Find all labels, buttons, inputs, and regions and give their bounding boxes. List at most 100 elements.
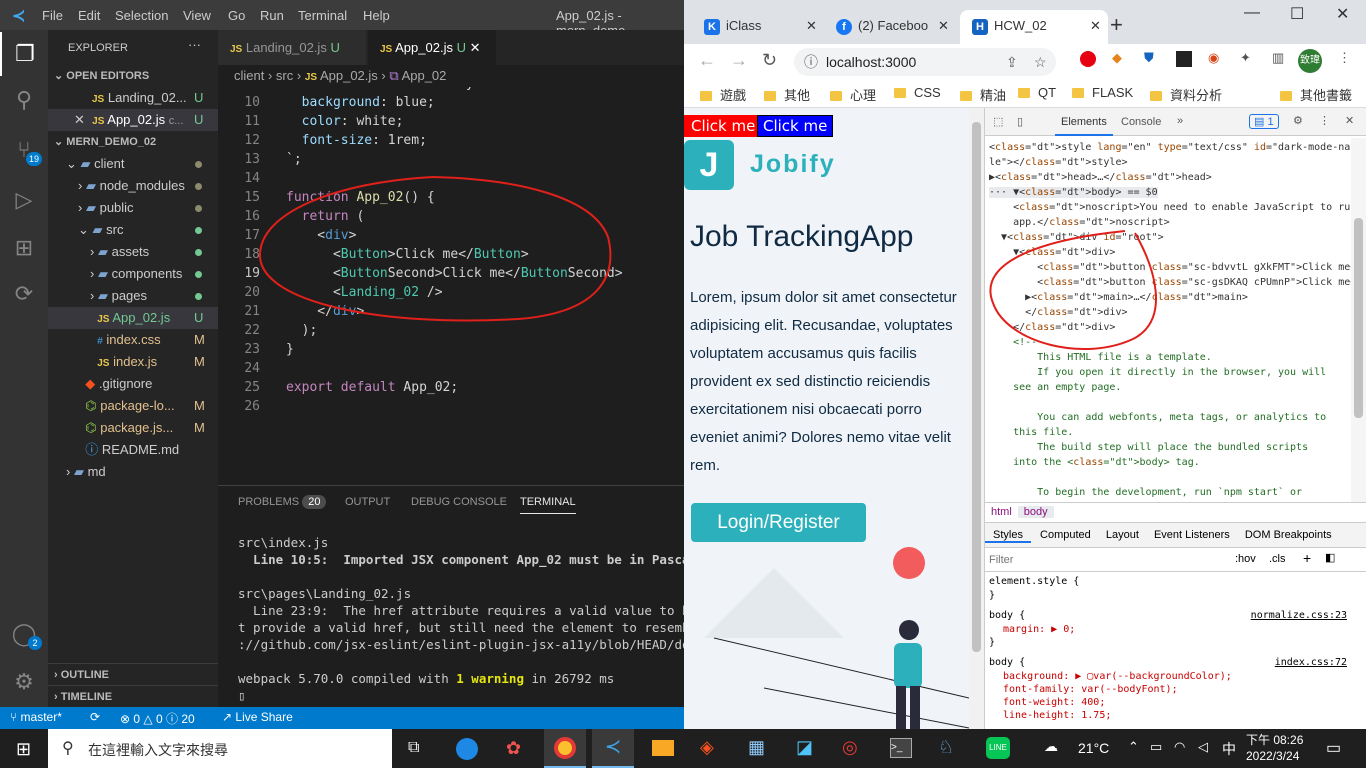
file-tree-item[interactable]: JS App_02.js U bbox=[48, 307, 218, 329]
devtools-menu-icon[interactable]: ⋮ bbox=[1319, 114, 1330, 127]
volume-icon[interactable]: ◁ bbox=[1198, 739, 1208, 755]
live-share-button[interactable]: ↗ Live Share bbox=[222, 710, 293, 724]
notification-icon[interactable]: ▭ bbox=[1326, 738, 1341, 758]
dom-node-line[interactable]: <class="dt">noscript>You need to enable … bbox=[989, 202, 1351, 213]
menu-selection[interactable]: Selection bbox=[115, 8, 168, 23]
open-editor-app[interactable]: ✕ JS App_02.js c... U bbox=[48, 109, 218, 131]
bookmark-folder[interactable]: 遊戲 bbox=[700, 85, 746, 104]
back-icon[interactable]: ← bbox=[698, 50, 716, 71]
extensions-puzzle-icon[interactable]: ✦ bbox=[1240, 50, 1251, 66]
toggle-sidebar-icon[interactable]: ◧ bbox=[1325, 551, 1335, 564]
scrollbar-thumb[interactable] bbox=[972, 122, 981, 652]
project-header[interactable]: ⌄ MERN_DEMO_02 bbox=[48, 131, 218, 153]
chrome-menu-icon[interactable]: ⋮ bbox=[1338, 50, 1351, 66]
outline-header[interactable]: › OUTLINE bbox=[48, 663, 218, 685]
explorer-more-icon[interactable]: ··· bbox=[188, 37, 201, 52]
maximize-icon[interactable]: ☐ bbox=[1290, 4, 1304, 24]
file-explorer-icon[interactable] bbox=[652, 740, 674, 756]
bookmark-folder[interactable]: 其他書籤 bbox=[1280, 85, 1352, 104]
bookmark-folder[interactable]: 其他 bbox=[764, 85, 810, 104]
app-icon[interactable]: ▦ bbox=[748, 737, 765, 758]
task-view-icon[interactable]: ⧉ bbox=[408, 739, 419, 757]
menu-run[interactable]: Run bbox=[260, 8, 284, 23]
remote-explorer-icon[interactable]: ⟳ bbox=[0, 272, 48, 316]
css-selector[interactable]: element.style { bbox=[989, 576, 1079, 587]
chrome-taskbar-icon[interactable] bbox=[544, 729, 586, 768]
reload-icon[interactable]: ↻ bbox=[762, 50, 777, 71]
crumb-html[interactable]: html bbox=[985, 506, 1018, 518]
menu-help[interactable]: Help bbox=[363, 8, 390, 23]
devtools-tab-elements[interactable]: Elements bbox=[1055, 108, 1113, 136]
css-declaration[interactable]: font-weight: 400; bbox=[1003, 697, 1105, 708]
weather-icon[interactable]: ☁ bbox=[1044, 738, 1058, 755]
panel-tab-debug-console[interactable]: DEBUG CONSOLE bbox=[411, 496, 507, 508]
breadcrumb-symbol[interactable]: App_02 bbox=[402, 68, 447, 83]
dom-node-line[interactable]: You can add webfonts, meta tags, or anal… bbox=[989, 412, 1326, 423]
file-tree-item[interactable]: JS index.js M bbox=[48, 351, 218, 373]
clock-date[interactable]: 2022/3/24 bbox=[1246, 749, 1299, 763]
devtools-settings-icon[interactable]: ⚙ bbox=[1293, 114, 1303, 127]
breadcrumb-src[interactable]: src bbox=[276, 68, 293, 83]
profile-avatar[interactable]: 致瑋 bbox=[1298, 49, 1322, 73]
more-tabs-icon[interactable]: » bbox=[1177, 115, 1183, 127]
bookmark-folder[interactable]: 精油 bbox=[960, 85, 1006, 104]
dom-node-line[interactable]: into the <class="dt">body> tag. bbox=[989, 457, 1200, 468]
dom-scrollbar[interactable] bbox=[1351, 138, 1366, 502]
dom-node-line[interactable]: <class="dt">style lang="en" type="text/c… bbox=[989, 142, 1351, 153]
close-tab-icon[interactable]: ✕ bbox=[1090, 10, 1101, 42]
close-tab-icon[interactable]: ✕ bbox=[806, 10, 817, 42]
dom-node-line[interactable]: this file. bbox=[989, 427, 1073, 438]
app-icon[interactable]: ◪ bbox=[796, 737, 813, 758]
dom-node-line[interactable]: ··· ▼<class="dt">body> == $0 bbox=[989, 187, 1158, 198]
forward-icon[interactable]: → bbox=[730, 50, 748, 71]
chrome-tab-iclass[interactable]: KiClass ✕ bbox=[692, 10, 820, 44]
file-tree-item[interactable]: › ▰ public bbox=[48, 197, 218, 219]
login-register-button[interactable]: Login/Register bbox=[691, 503, 866, 542]
vscode-taskbar-icon[interactable]: ≺ bbox=[592, 729, 634, 768]
css-source-link[interactable]: index.css:72 bbox=[1275, 657, 1347, 668]
page-scrollbar[interactable] bbox=[969, 108, 984, 729]
line-icon[interactable]: LINE bbox=[986, 737, 1010, 759]
edge-icon[interactable] bbox=[456, 738, 478, 760]
wifi-icon[interactable]: ◠ bbox=[1174, 739, 1185, 755]
bookmark-star-icon[interactable]: ☆ bbox=[1034, 48, 1047, 76]
css-rules[interactable]: element.style {} body {normalize.css:23 ma… bbox=[985, 572, 1351, 729]
branch-indicator[interactable]: ⑂ master* bbox=[10, 710, 62, 724]
sync-icon[interactable]: ⟳ bbox=[90, 710, 100, 724]
bookmark-folder[interactable]: 資料分析 bbox=[1150, 85, 1222, 104]
network-icon[interactable]: ▭ bbox=[1150, 739, 1162, 755]
side-panel-icon[interactable]: ▥ bbox=[1272, 50, 1284, 66]
extensions-icon[interactable]: ⊞ bbox=[0, 226, 48, 270]
bookmark-folder[interactable]: 心理 bbox=[830, 85, 876, 104]
chrome-tab-facebook[interactable]: f (2) Faceboo ✕ bbox=[824, 10, 952, 44]
issues-badge[interactable]: ▤ 1 bbox=[1249, 114, 1279, 129]
css-declaration[interactable]: margin: ▶ 0; bbox=[1003, 624, 1075, 635]
windows-start-icon[interactable]: ⊞ bbox=[16, 739, 31, 760]
dom-node-line[interactable]: see an empty page. bbox=[989, 382, 1121, 393]
ime-indicator[interactable]: 中 bbox=[1222, 739, 1236, 759]
event-listeners-tab[interactable]: Event Listeners bbox=[1148, 529, 1236, 541]
class-toggle[interactable]: .cls bbox=[1269, 553, 1286, 565]
menu-view[interactable]: View bbox=[183, 8, 211, 23]
file-tree-item[interactable]: › ▰ components bbox=[48, 263, 218, 285]
dom-node-line[interactable]: To begin the development, run `npm start… bbox=[989, 487, 1302, 498]
opera-extension-icon[interactable] bbox=[1080, 51, 1096, 67]
problems-indicator[interactable]: ⊗ 0 △ 0 ⓘ 20 bbox=[120, 710, 195, 727]
breadcrumb-client[interactable]: client bbox=[234, 68, 264, 83]
new-rule-icon[interactable]: + bbox=[1303, 550, 1311, 566]
source-control-icon[interactable]: ⑂ 19 bbox=[0, 128, 48, 172]
panel-tab-output[interactable]: OUTPUT bbox=[345, 496, 390, 508]
css-declaration[interactable]: background: ▶ ▢var(--backgroundColor); bbox=[1003, 671, 1232, 682]
bookmark-folder[interactable]: FLASK bbox=[1072, 85, 1133, 100]
fox-extension-icon[interactable]: ◉ bbox=[1208, 50, 1219, 66]
dom-node-line[interactable]: ▶<class="dt">head>…</class="dt">head> bbox=[989, 172, 1212, 183]
scrollbar-thumb[interactable] bbox=[1354, 218, 1363, 418]
file-tree-item[interactable]: › ▰ md bbox=[48, 461, 218, 483]
hover-state-toggle[interactable]: :hov bbox=[1235, 553, 1256, 565]
chrome-tab-hcw[interactable]: H HCW_02 ✕ bbox=[960, 10, 1108, 44]
blue-click-button[interactable]: Click me bbox=[757, 115, 834, 137]
shield-extension-icon[interactable]: ⛊ bbox=[1144, 50, 1154, 66]
share-icon[interactable]: ⇪ bbox=[1006, 48, 1018, 76]
close-icon[interactable]: ✕ bbox=[74, 112, 85, 127]
accounts-icon[interactable]: ◯ 2 bbox=[0, 612, 48, 656]
